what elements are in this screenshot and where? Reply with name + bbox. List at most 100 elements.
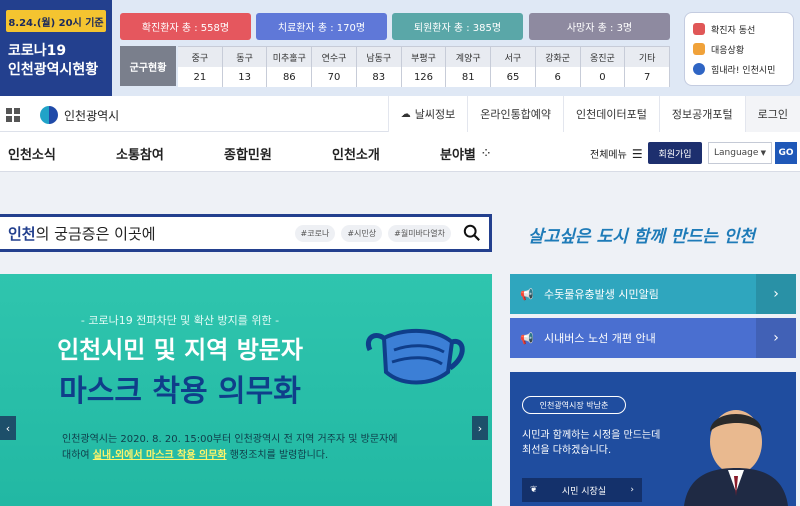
- district-cell: 기타 7: [625, 47, 670, 87]
- banner-desc-post: 행정조치를 발령합니다.: [226, 450, 329, 461]
- district-value: 70: [327, 71, 341, 83]
- banner-description: 인천광역시는 2020. 8. 20. 15:00부터 인천광역시 전 지역 거…: [62, 432, 442, 464]
- link-label: 힘내라! 인천시민: [711, 65, 776, 76]
- logo-mark-icon: [40, 106, 58, 124]
- util-weather[interactable]: ☁ 날씨정보: [387, 96, 468, 132]
- district-cell: 옹진군 0: [580, 47, 626, 87]
- hamburger-icon: ☰: [631, 146, 643, 161]
- mayor-photo: [684, 410, 788, 506]
- district-name: 기타: [625, 47, 669, 67]
- all-menu-label: 전체메뉴: [590, 150, 627, 161]
- district-label: 군구현황: [120, 46, 176, 86]
- util-info-portal[interactable]: 정보공개포털: [658, 96, 745, 132]
- util-data-portal[interactable]: 인천데이터포털: [563, 96, 659, 132]
- district-value: 6: [554, 71, 561, 83]
- nav-participation[interactable]: 소통참여: [116, 144, 164, 163]
- search-icon[interactable]: [463, 224, 481, 242]
- stat-confirmed: 확진환자 총 : 558명: [120, 13, 251, 40]
- district-name: 옹진군: [580, 47, 625, 67]
- chevron-right-icon: ›: [756, 318, 796, 358]
- face-mask-icon: [366, 328, 465, 385]
- nav-about-incheon[interactable]: 인천소개: [332, 144, 380, 163]
- search-highlight: 인천: [8, 224, 36, 243]
- site-map-icon[interactable]: [6, 108, 20, 122]
- city-slogan: 살고싶은 도시 함께 만드는 인천: [528, 226, 755, 247]
- link-label: 확진자 동선: [711, 25, 756, 36]
- covid-quick-links: 확진자 동선 대응상황 힘내라! 인천시민: [684, 12, 794, 86]
- district-cell: 서구 65: [491, 47, 536, 87]
- banner-next-button[interactable]: ›: [472, 416, 488, 440]
- dots-grid-icon: ⁘: [481, 148, 491, 159]
- mayor-button-label: 시민 시장실: [561, 486, 607, 497]
- search-bar[interactable]: 인천의 궁금증은 이곳에 #코로나 #시민상 #월미바다열차: [0, 214, 492, 252]
- district-cell: 미추홀구 86: [267, 47, 313, 87]
- mayor-message: 시민과 함께하는 시정을 만드는데 최선을 다하겠습니다.: [522, 428, 672, 458]
- search-text: 의 궁금증은 이곳에: [35, 224, 156, 243]
- nav-incheon-news[interactable]: 인천소식: [8, 144, 56, 163]
- banner-subtitle: - 코로나19 전파차단 및 확산 방지를 위한 -: [80, 314, 280, 327]
- pin-icon: [693, 23, 705, 35]
- leaf-icon: ❦: [530, 485, 538, 495]
- mayor-message-line2: 최선을 다하겠습니다.: [522, 445, 612, 456]
- logo-text: 인천광역시: [64, 108, 120, 123]
- mayor-message-line1: 시민과 함께하는 시정을 만드는데: [522, 430, 661, 441]
- district-name: 연수구: [312, 47, 356, 67]
- district-cell: 계양구 81: [446, 47, 492, 87]
- district-name: 중구: [178, 47, 222, 67]
- megaphone-icon: 📢: [520, 287, 534, 301]
- link-cheer-citizens[interactable]: 힘내라! 인천시민: [693, 59, 785, 79]
- district-value: 7: [643, 71, 651, 83]
- language-value: Language: [714, 148, 759, 158]
- join-button[interactable]: 회원가입: [648, 142, 702, 164]
- banner-desc-pre: 대하여: [62, 450, 93, 461]
- stat-deaths: 사망자 총 : 3명: [529, 13, 670, 40]
- chevron-right-icon: ›: [756, 274, 796, 314]
- search-tag[interactable]: #월미바다열차: [388, 224, 451, 242]
- megaphone-icon: 📢: [520, 331, 534, 345]
- mayor-office-button[interactable]: ❦ 시민 시장실 ›: [522, 478, 642, 502]
- district-cell: 동구 13: [222, 47, 268, 87]
- chevron-right-icon: ›: [630, 485, 634, 495]
- link-response[interactable]: 대응상황: [693, 39, 785, 59]
- district-value: 0: [599, 71, 606, 83]
- district-value: 81: [461, 71, 475, 83]
- site-logo[interactable]: 인천광역시: [40, 104, 119, 126]
- banner-title-line1: 인천시민 및 지역 방문자: [57, 336, 303, 364]
- alert-icon: [693, 43, 705, 55]
- link-patient-route[interactable]: 확진자 동선: [693, 19, 785, 39]
- district-name: 부평구: [401, 47, 446, 67]
- util-label: 온라인통합예약: [480, 108, 552, 121]
- stat-discharged: 퇴원환자 총 : 385명: [392, 13, 523, 40]
- util-reservation[interactable]: 온라인통합예약: [467, 96, 564, 132]
- language-select[interactable]: Language ▼: [708, 142, 772, 164]
- caret-down-icon: ▼: [760, 149, 766, 157]
- notice-label: 시내버스 노선 개편 안내: [544, 332, 656, 345]
- district-value: 13: [238, 71, 251, 83]
- search-tag[interactable]: #코로나: [294, 224, 336, 242]
- banner-prev-button[interactable]: ‹: [0, 416, 16, 440]
- banner-desc-highlight: 실내.외에서 마스크 착용 의무화: [92, 450, 227, 461]
- district-name: 계양구: [446, 47, 491, 67]
- banner-title-line2: 마스크 착용 의무화: [59, 374, 301, 409]
- link-label: 대응상황: [711, 45, 745, 56]
- all-menu-button[interactable]: 전체메뉴 ☰: [590, 146, 643, 162]
- util-label: 로그인: [757, 108, 788, 121]
- nav-civil-service[interactable]: 종합민원: [224, 144, 272, 163]
- notice-bus-route[interactable]: 📢 시내버스 노선 개편 안내 ›: [510, 318, 796, 358]
- nav-by-field[interactable]: 분야별 ⁘: [440, 144, 490, 163]
- search-tag[interactable]: #시민상: [341, 224, 383, 242]
- district-value: 86: [282, 71, 296, 83]
- notice-label: 수돗물유충발생 시민알림: [544, 288, 659, 301]
- language-go-button[interactable]: GO: [775, 142, 797, 164]
- district-name: 강화군: [535, 47, 580, 67]
- mayor-name-tag: 인천광역시장 박남춘: [522, 396, 626, 414]
- district-cell: 강화군 6: [535, 47, 581, 87]
- notice-water-larva[interactable]: 📢 수돗물유충발생 시민알림 ›: [510, 274, 796, 314]
- utility-menu: ☁ 날씨정보 온라인통합예약 인천데이터포털 정보공개포털 로그인: [387, 96, 800, 132]
- login-link[interactable]: 로그인: [744, 96, 800, 132]
- district-table: 중구 21 동구 13 미추홀구 86 연수구 70 남동구 83 부평구 126 계양구 8…: [178, 46, 670, 87]
- district-value: 126: [413, 71, 434, 83]
- weather-icon: ☁: [400, 108, 411, 120]
- banner-desc-line2: 대하여 실내.외에서 마스크 착용 의무화 행정조치를 발령합니다.: [62, 448, 442, 464]
- district-cell: 부평구 126: [401, 47, 447, 87]
